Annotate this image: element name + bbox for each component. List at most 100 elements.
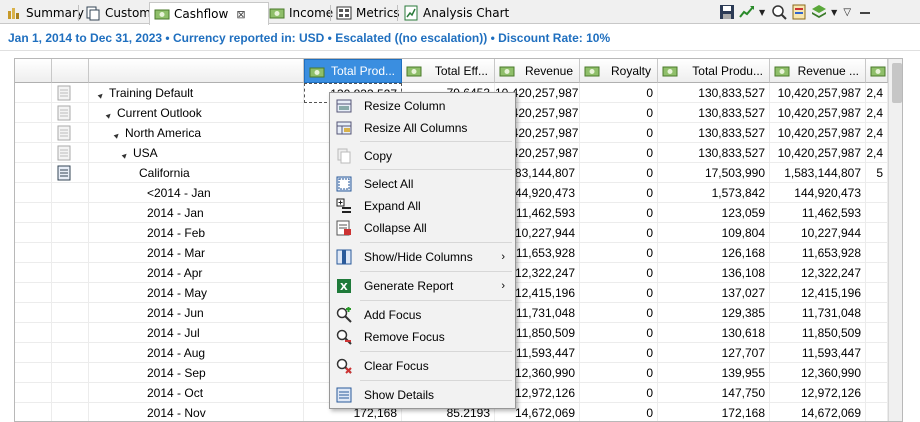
tree-label-cell[interactable]: 2014 - Jun <box>89 303 304 323</box>
value-cell[interactable]: 12,972,126 <box>770 383 866 403</box>
add-focus-menu-item[interactable]: Add Focus <box>332 304 513 326</box>
value-cell[interactable] <box>866 303 888 323</box>
value-cell[interactable]: 11,462,593 <box>770 203 866 223</box>
value-cell[interactable]: 0 <box>580 223 658 243</box>
value-cell[interactable] <box>866 343 888 363</box>
value-cell[interactable]: 0 <box>580 243 658 263</box>
tab-summary[interactable]: Summary <box>2 2 88 24</box>
row-header-cell[interactable] <box>15 263 52 283</box>
value-cell[interactable]: 123,059 <box>658 203 770 223</box>
value-cell[interactable]: 0 <box>580 183 658 203</box>
expand-all-menu-item[interactable]: Expand All <box>332 195 513 217</box>
expand-toggle-icon[interactable]: ▲ <box>99 106 117 122</box>
column-header-revenue[interactable]: Revenue <box>495 59 580 83</box>
value-cell[interactable]: 1,573,842 <box>658 183 770 203</box>
row-header-cell[interactable] <box>15 183 52 203</box>
value-cell[interactable]: 0 <box>580 163 658 183</box>
clear-focus-menu-item[interactable]: Clear Focus <box>332 355 513 377</box>
show-details-menu-item[interactable]: Show Details <box>332 384 513 406</box>
value-cell[interactable]: 11,593,447 <box>770 343 866 363</box>
column-header-total-production[interactable]: Total Prod... <box>304 59 402 83</box>
value-cell[interactable]: 0 <box>580 323 658 343</box>
row-header-cell[interactable] <box>15 363 52 383</box>
tree-label-cell[interactable]: California <box>89 163 304 183</box>
value-cell[interactable]: 12,360,990 <box>770 363 866 383</box>
chevron-down-icon[interactable]: ▼ <box>759 8 765 17</box>
tree-label-cell[interactable]: ▲ Training Default <box>89 83 304 103</box>
value-cell[interactable]: 14,672,069 <box>770 403 866 421</box>
collapse-all-menu-item[interactable]: Collapse All <box>332 217 513 239</box>
value-cell[interactable] <box>866 323 888 343</box>
resize-column-menu-item[interactable]: Resize Column <box>332 95 513 117</box>
tree-label-cell[interactable]: 2014 - Mar <box>89 243 304 263</box>
value-cell[interactable]: 0 <box>580 203 658 223</box>
value-cell[interactable]: 0 <box>580 83 658 103</box>
select-all-menu-item[interactable]: Select All <box>332 173 513 195</box>
value-cell[interactable]: 130,833,527 <box>658 103 770 123</box>
expand-toggle-icon[interactable]: ▲ <box>107 126 125 142</box>
row-header-cell[interactable] <box>15 163 52 183</box>
value-cell[interactable] <box>866 383 888 403</box>
row-header-cell[interactable] <box>15 143 52 163</box>
value-cell[interactable]: 0 <box>580 403 658 421</box>
value-cell[interactable]: 130,618 <box>658 323 770 343</box>
column-header-royalty[interactable]: Royalty <box>580 59 658 83</box>
row-header-cell[interactable] <box>15 223 52 243</box>
tree-label-cell[interactable]: ▲ Current Outlook <box>89 103 304 123</box>
tab-income[interactable]: Income <box>265 2 337 24</box>
chevron-down-icon[interactable]: ▼ <box>831 8 837 17</box>
value-cell[interactable]: 2,4 <box>866 83 888 103</box>
value-cell[interactable]: 0 <box>580 383 658 403</box>
row-header-cell[interactable] <box>15 303 52 323</box>
resize-all-columns-menu-item[interactable]: Resize All Columns <box>332 117 513 139</box>
value-cell[interactable]: 139,955 <box>658 363 770 383</box>
value-cell[interactable]: 5 <box>866 163 888 183</box>
value-cell[interactable]: 10,420,257,987 <box>770 83 866 103</box>
row-header-cell[interactable] <box>15 283 52 303</box>
value-cell[interactable]: 136,108 <box>658 263 770 283</box>
tree-label-cell[interactable]: 2014 - Aug <box>89 343 304 363</box>
value-cell[interactable]: 109,804 <box>658 223 770 243</box>
value-cell[interactable]: 10,420,257,987 <box>770 103 866 123</box>
value-cell[interactable]: 129,385 <box>658 303 770 323</box>
minimize-icon[interactable] <box>857 4 873 20</box>
tab-analysis-chart[interactable]: Analysis Chart <box>399 2 513 24</box>
tree-label-cell[interactable]: ▲ USA <box>89 143 304 163</box>
value-cell[interactable] <box>866 283 888 303</box>
copy-menu-item[interactable]: Copy <box>332 145 513 167</box>
value-cell[interactable] <box>866 263 888 283</box>
value-cell[interactable]: 2,4 <box>866 103 888 123</box>
column-header-total-production-2[interactable]: Total Produ... <box>658 59 770 83</box>
remove-focus-menu-item[interactable]: Remove Focus <box>332 326 513 348</box>
value-cell[interactable]: 0 <box>580 363 658 383</box>
report-icon[interactable] <box>791 4 807 20</box>
value-cell[interactable]: 10,420,257,987 <box>770 123 866 143</box>
tree-label-cell[interactable]: 2014 - Oct <box>89 383 304 403</box>
value-cell[interactable]: 1,583,144,807 <box>770 163 866 183</box>
row-header-cell[interactable] <box>15 123 52 143</box>
value-cell[interactable] <box>866 243 888 263</box>
row-header-cell[interactable] <box>15 323 52 343</box>
trend-chart-icon[interactable] <box>739 4 755 20</box>
tree-label-cell[interactable]: 2014 - Nov <box>89 403 304 421</box>
value-cell[interactable]: 11,653,928 <box>770 243 866 263</box>
value-cell[interactable]: 0 <box>580 123 658 143</box>
value-cell[interactable]: 10,420,257,987 <box>770 143 866 163</box>
value-cell[interactable]: 11,731,048 <box>770 303 866 323</box>
value-cell[interactable]: 144,920,473 <box>770 183 866 203</box>
row-header-cell[interactable] <box>15 83 52 103</box>
value-cell[interactable]: 172,168 <box>658 403 770 421</box>
value-cell[interactable]: 0 <box>580 143 658 163</box>
column-header-revenue-2[interactable]: Revenue ... <box>770 59 866 83</box>
tab-cashflow[interactable]: Cashflow ⊠ <box>149 2 269 25</box>
value-cell[interactable]: 0 <box>580 263 658 283</box>
tree-label-cell[interactable]: 2014 - Jan <box>89 203 304 223</box>
generate-report-menu-item[interactable]: X Generate Report › <box>332 275 513 297</box>
value-cell[interactable]: 10,227,944 <box>770 223 866 243</box>
value-cell[interactable]: 0 <box>580 303 658 323</box>
value-cell[interactable] <box>866 223 888 243</box>
value-cell[interactable]: 11,850,509 <box>770 323 866 343</box>
value-cell[interactable]: 147,750 <box>658 383 770 403</box>
value-cell[interactable]: 127,707 <box>658 343 770 363</box>
column-header-partial[interactable] <box>866 59 888 83</box>
